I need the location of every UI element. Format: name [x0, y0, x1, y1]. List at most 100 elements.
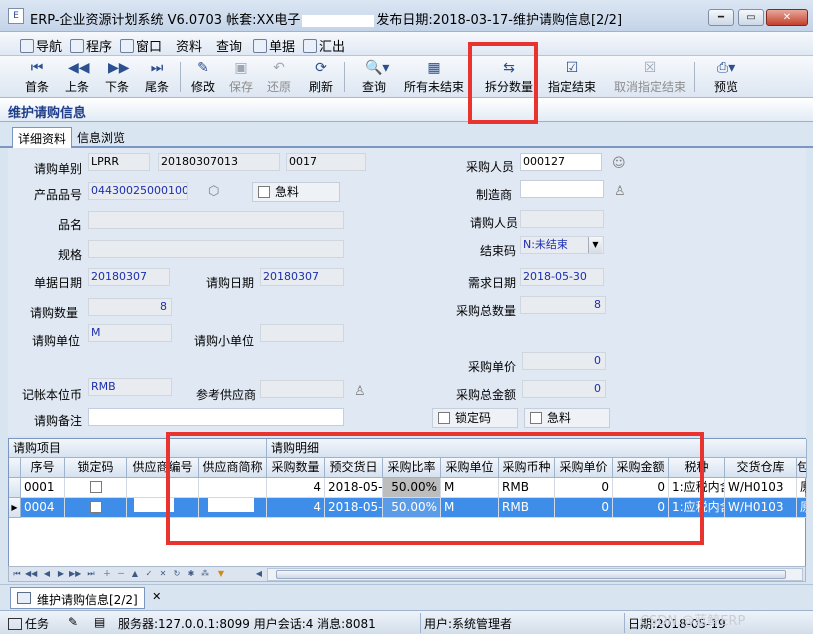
erp-window: E ERP-企业资源计划系统 V6.0703 帐套:XX电子 发布日期:2018-… — [0, 0, 813, 634]
req-seq-field[interactable]: 0017 — [286, 153, 366, 171]
supplier-lookup-icon[interactable]: ♙ — [354, 384, 368, 400]
tools-icon[interactable]: ✎ — [68, 615, 78, 629]
cell-lock[interactable] — [65, 478, 127, 498]
menu-program[interactable]: 程序 — [70, 36, 112, 55]
lock-checkbox[interactable]: 锁定码 — [432, 408, 518, 428]
doc-tab-maintain-req[interactable]: 维护请购信息[2/2] ✕ — [10, 587, 161, 609]
cell-lock[interactable] — [65, 498, 127, 518]
horizontal-scrollbar[interactable] — [267, 568, 803, 581]
refresh-button[interactable]: ⟳ 刷新 — [306, 58, 336, 96]
ref-supplier-field[interactable] — [260, 380, 344, 398]
chevron-down-icon[interactable]: ▼ — [588, 237, 602, 253]
urgent-checkbox[interactable]: 急料 — [252, 182, 340, 202]
doc-icon — [17, 592, 31, 604]
next-record-button[interactable]: ▶▶ 下条 — [102, 58, 132, 96]
nav-asterisk-icon[interactable]: ⁂ — [199, 568, 211, 580]
person-icon[interactable]: ☺ — [612, 156, 626, 172]
menu-query[interactable]: 查询 — [216, 36, 242, 55]
nav-star-icon[interactable]: ✱ — [185, 568, 197, 580]
preview-button[interactable]: ⎙▾ 预览 — [704, 58, 748, 96]
req-date-field[interactable]: 20180307 — [260, 268, 344, 286]
nav-cancel-icon[interactable]: ✕ — [157, 568, 169, 580]
doc-date-field[interactable]: 20180307 — [88, 268, 170, 286]
po-total-qty-label: 采购总数量 — [456, 304, 517, 318]
lookup-icon[interactable]: ♙ — [614, 184, 628, 200]
query-button[interactable]: 🔍▾ 查询 — [352, 58, 396, 96]
menu-document[interactable]: 单据 — [253, 36, 295, 55]
lock-check[interactable] — [438, 412, 450, 424]
menu-window[interactable]: 窗口 — [120, 36, 162, 55]
requester-field[interactable] — [520, 210, 604, 228]
doc-tab-close-icon[interactable]: ✕ — [150, 590, 164, 604]
currency-field[interactable]: RMB — [88, 378, 172, 396]
cell-seq[interactable]: 0001 — [21, 478, 65, 498]
cancel-assign-close-button[interactable]: ☒ 取消指定结束 — [612, 58, 688, 96]
last-record-button[interactable]: ⏭ 尾条 — [142, 58, 172, 96]
nav-filter-icon[interactable]: ▼ — [215, 568, 227, 580]
edit-button[interactable]: ✎ 修改 — [188, 58, 218, 96]
maker-field[interactable] — [520, 180, 604, 198]
remark-field[interactable] — [88, 408, 344, 426]
nav-next-page-icon[interactable]: ▶▶ — [69, 568, 81, 580]
menu-data[interactable]: 资料 — [176, 36, 202, 55]
menu-navigation[interactable]: 导航 — [20, 36, 62, 55]
nav-up-icon[interactable]: ▲ — [129, 568, 141, 580]
nav-post-icon[interactable]: ✓ — [143, 568, 155, 580]
spec-field[interactable] — [88, 240, 344, 258]
req-small-unit-field[interactable] — [260, 324, 344, 342]
po-price-field[interactable]: 0 — [522, 352, 606, 370]
buyer-label: 采购人员 — [466, 160, 515, 174]
scrollbar-thumb[interactable] — [276, 570, 786, 579]
save-button[interactable]: ▣ 保存 — [226, 58, 256, 96]
minimize-button[interactable]: ━ — [708, 9, 734, 26]
buyer-code-field[interactable]: 000127 — [520, 153, 602, 171]
col-more[interactable]: 包 — [797, 458, 807, 478]
cell-more[interactable]: 原 — [797, 478, 807, 498]
server-icon: ▤ — [94, 615, 106, 629]
urgent-check[interactable] — [258, 186, 270, 198]
nav-add-icon[interactable]: ＋ — [101, 568, 113, 580]
req-unit-field[interactable]: M — [88, 324, 172, 342]
maximize-button[interactable]: ▭ — [738, 9, 764, 26]
col-warehouse[interactable]: 交货仓库 — [725, 458, 797, 478]
scroll-left-icon[interactable]: ◀ — [253, 568, 265, 580]
close-button[interactable]: ✕ — [766, 9, 808, 26]
task-button[interactable]: 任务 — [8, 615, 49, 632]
tab-browse[interactable]: 信息浏览 — [72, 127, 130, 148]
cell-warehouse[interactable]: W/H0103 — [725, 478, 797, 498]
nav-prev-page-icon[interactable]: ◀◀ — [25, 568, 37, 580]
part-no-field[interactable]: 0443002500010046 — [88, 182, 188, 200]
nav-next-icon[interactable]: ▶ — [55, 568, 67, 580]
col-lock[interactable]: 锁定码 — [65, 458, 127, 478]
po-total-amt-field[interactable]: 0 — [522, 380, 606, 398]
tab-detail[interactable]: 详细资料 — [12, 127, 73, 148]
window-icon — [120, 39, 134, 53]
revert-button[interactable]: ↶ 还原 — [264, 58, 294, 96]
req-qty-field[interactable]: 8 — [88, 298, 172, 316]
cell-warehouse[interactable]: W/H0103 — [725, 498, 797, 518]
nav-prev-icon[interactable]: ◀ — [41, 568, 53, 580]
nav-refresh-icon[interactable]: ↻ — [171, 568, 183, 580]
all-open-button[interactable]: ▦ 所有未结束 — [402, 58, 466, 96]
nav-first-icon[interactable]: ⏮ — [11, 568, 23, 580]
urgent2-checkbox[interactable]: 急料 — [524, 408, 610, 428]
urgent2-check[interactable] — [530, 412, 542, 424]
cell-more[interactable]: 原 — [797, 498, 807, 518]
nav-last-icon[interactable]: ⏭ — [85, 568, 97, 580]
name-field[interactable] — [88, 211, 344, 229]
tab-strip: 详细资料 信息浏览 — [0, 124, 813, 148]
prev-record-button[interactable]: ◀◀ 上条 — [62, 58, 92, 96]
req-no-field[interactable]: 20180307013 — [158, 153, 280, 171]
req-type-field[interactable]: LPRR — [88, 153, 150, 171]
cell-seq[interactable]: 0004 — [21, 498, 65, 518]
assign-close-button[interactable]: ☑ 指定结束 — [546, 58, 598, 96]
first-record-button[interactable]: ⏮ 首条 — [22, 58, 52, 96]
cube-icon[interactable]: ⬡ — [208, 184, 222, 200]
nav-delete-icon[interactable]: － — [115, 568, 127, 580]
prev-icon: ◀◀ — [68, 60, 90, 76]
po-total-qty-field[interactable]: 8 — [520, 296, 606, 314]
need-date-field[interactable]: 2018-05-30 — [520, 268, 604, 286]
watermark: CSDN @蓝鲸ERP — [640, 614, 746, 629]
menu-export[interactable]: 汇出 — [303, 36, 345, 55]
col-seq[interactable]: 序号 — [21, 458, 65, 478]
